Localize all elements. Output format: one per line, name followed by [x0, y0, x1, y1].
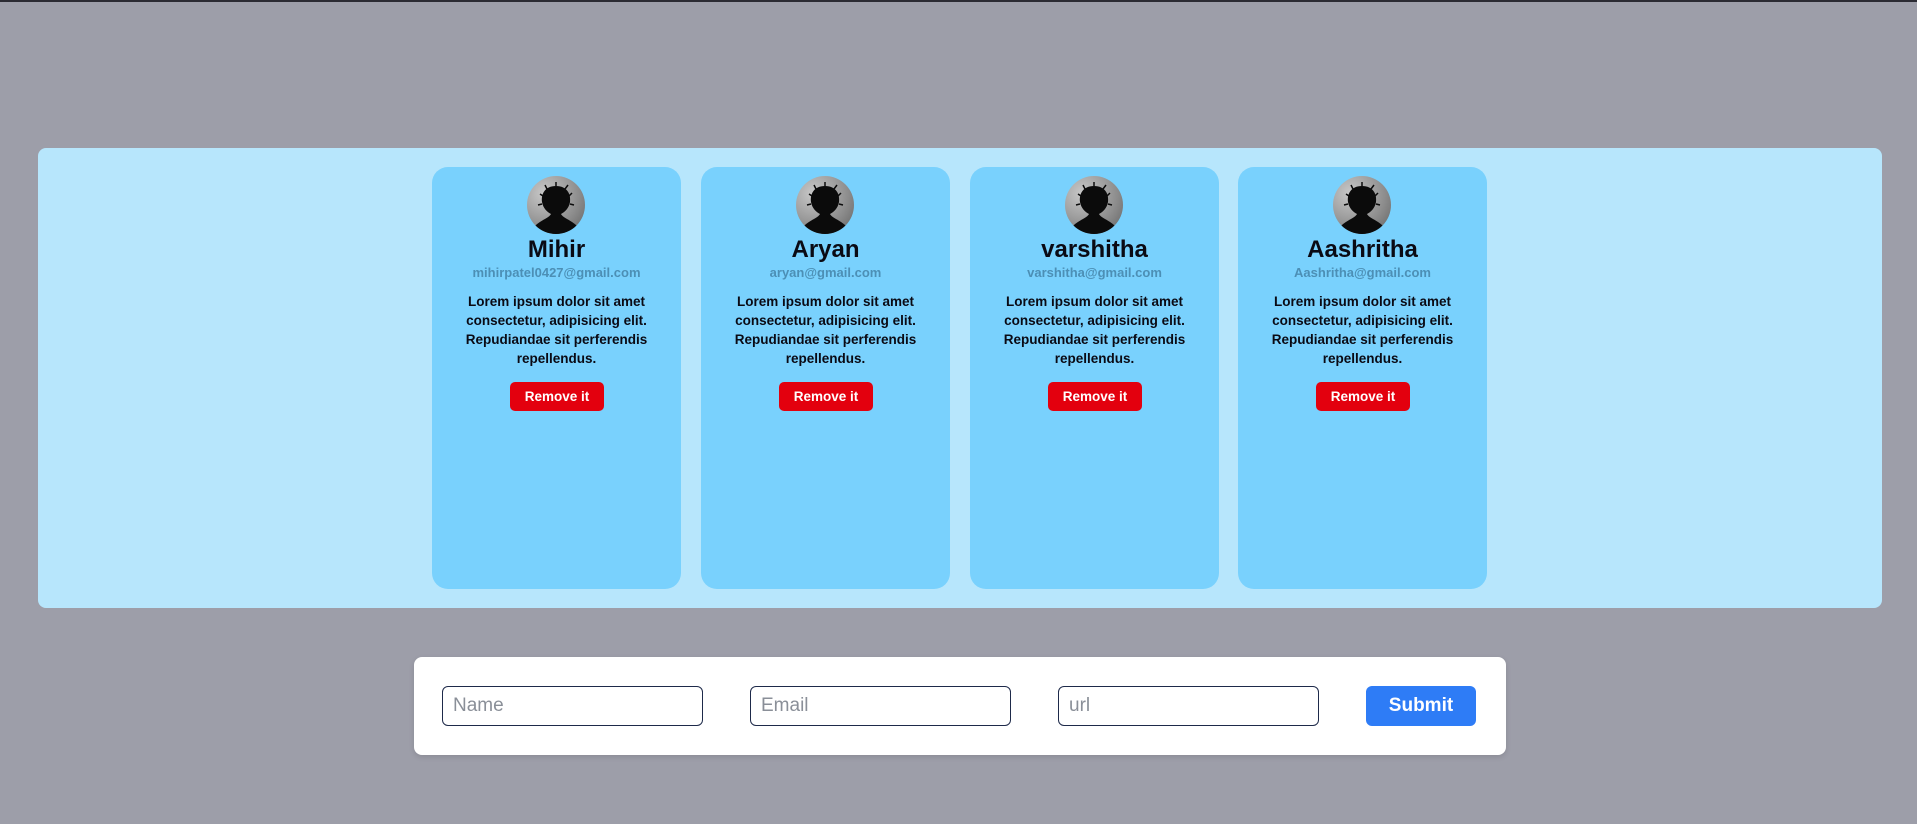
card-description: Lorem ipsum dolor sit amet consectetur, …: [1003, 294, 1186, 366]
remove-button[interactable]: Remove it: [1316, 382, 1410, 411]
remove-button[interactable]: Remove it: [1048, 382, 1142, 411]
remove-button[interactable]: Remove it: [510, 382, 604, 411]
add-user-form: Submit: [414, 657, 1506, 755]
submit-button[interactable]: Submit: [1366, 686, 1476, 726]
user-card: Aashritha Aashritha@gmail.com Lorem ipsu…: [1238, 167, 1487, 589]
email-input[interactable]: [750, 686, 1011, 726]
remove-button[interactable]: Remove it: [779, 382, 873, 411]
card-name: Aryan: [791, 236, 860, 263]
profile-silhouette-icon: [1333, 176, 1391, 234]
card-email: aryan@gmail.com: [769, 265, 882, 280]
profile-silhouette-icon: [527, 176, 585, 234]
profile-silhouette-icon: [796, 176, 854, 234]
user-card: varshitha varshitha@gmail.com Lorem ipsu…: [970, 167, 1219, 589]
profile-silhouette-icon: [1065, 176, 1123, 234]
card-description: Lorem ipsum dolor sit amet consectetur, …: [465, 294, 648, 366]
card-name: Mihir: [527, 236, 586, 263]
card-description: Lorem ipsum dolor sit amet consectetur, …: [1271, 294, 1454, 366]
top-border-line: [0, 0, 1917, 2]
user-cards-panel: Mihir mihirpatel0427@gmail.com Lorem ips…: [38, 148, 1882, 608]
url-input[interactable]: [1058, 686, 1319, 726]
card-name: varshitha: [1041, 236, 1148, 263]
user-card: Mihir mihirpatel0427@gmail.com Lorem ips…: [432, 167, 681, 589]
card-email: mihirpatel0427@gmail.com: [472, 265, 641, 280]
card-email: varshitha@gmail.com: [1027, 265, 1162, 280]
card-name: Aashritha: [1307, 236, 1418, 263]
name-input[interactable]: [442, 686, 703, 726]
card-description: Lorem ipsum dolor sit amet consectetur, …: [734, 294, 917, 366]
card-email: Aashritha@gmail.com: [1294, 265, 1431, 280]
user-card: Aryan aryan@gmail.com Lorem ipsum dolor …: [701, 167, 950, 589]
